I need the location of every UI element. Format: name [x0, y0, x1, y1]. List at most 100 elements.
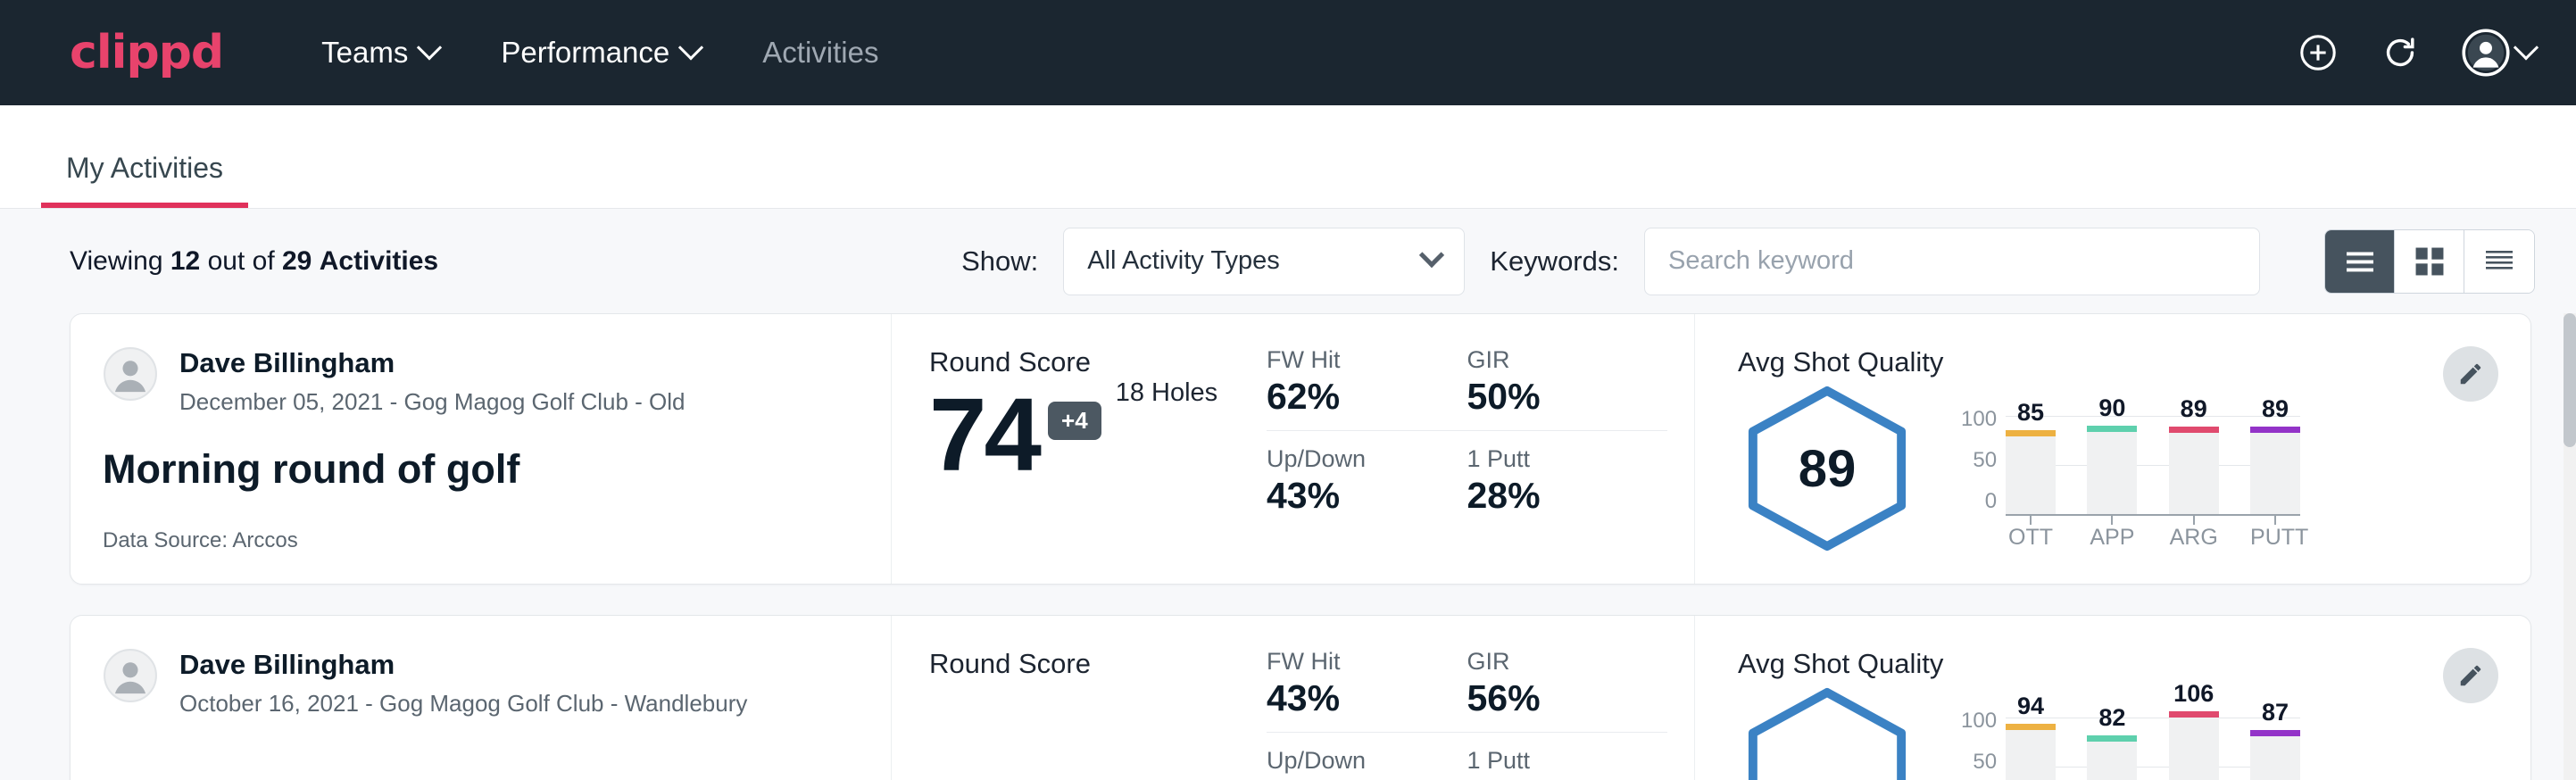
person-name: Dave Billingham	[179, 346, 686, 381]
chart-tick	[2087, 515, 2137, 525]
stat-label: Up/Down	[1267, 445, 1432, 473]
chart-tick	[2006, 515, 2056, 525]
bar-rect	[2006, 724, 2056, 780]
tab-my-activities[interactable]: My Activities	[41, 152, 248, 208]
y-tick: 100	[1961, 709, 1997, 734]
chart-tick	[2169, 515, 2219, 525]
compact-list-icon	[2483, 247, 2515, 276]
person-meta: Dave Billingham December 05, 2021 - Gog …	[179, 346, 686, 416]
nav-actions	[2298, 29, 2535, 77]
chevron-down-icon	[1419, 242, 1444, 267]
chart-bar-putt: 89	[2250, 395, 2300, 514]
bar-rect	[2250, 427, 2300, 514]
stat-value: 56%	[1467, 677, 1633, 719]
viewing-total: 29	[282, 246, 312, 276]
score-badge: +4	[1048, 402, 1101, 440]
bar-value-label: 106	[2173, 680, 2214, 708]
y-tick: 50	[1961, 448, 1997, 473]
chart-bars: 85 90 89 89	[2006, 384, 2300, 514]
bar-rect	[2087, 426, 2137, 514]
stat-fw-hit: FW Hit 43%	[1267, 648, 1467, 733]
list-view-button[interactable]	[2325, 230, 2395, 293]
avg-shot-quality-block: Avg Shot Quality 89 100 50 0	[1695, 314, 2530, 584]
chevron-down-icon	[678, 35, 703, 60]
chart-y-axis: 100 50 0	[1961, 407, 2006, 514]
round-score-value: 74	[929, 378, 1039, 493]
stat-value: 43%	[1267, 677, 1432, 719]
chart-bar-app: 90	[2087, 394, 2137, 514]
avg-shot-quality-label: Avg Shot Quality	[1738, 648, 2495, 680]
avatar	[103, 648, 158, 708]
plus-circle-icon[interactable]	[2298, 32, 2339, 73]
chevron-down-icon	[417, 35, 442, 60]
nav-item-label: Activities	[762, 36, 878, 70]
bar-value-label: 85	[2017, 399, 2044, 427]
scrollbar-thumb[interactable]	[2564, 313, 2576, 447]
bar-value-label: 82	[2098, 704, 2125, 732]
page-scrollbar[interactable]	[2564, 313, 2576, 780]
edit-activity-button[interactable]	[2443, 648, 2498, 703]
stat-one-putt: 1 Putt	[1467, 747, 1668, 776]
stat-label: GIR	[1467, 648, 1633, 676]
refresh-icon[interactable]	[2380, 32, 2421, 73]
nav-item-label: Performance	[501, 36, 669, 70]
bar-rect	[2169, 427, 2219, 514]
round-score-value-row: 74 +4 18 Holes	[929, 378, 1258, 493]
edit-activity-button[interactable]	[2443, 346, 2498, 402]
viewing-suffix: Activities	[320, 246, 438, 276]
avg-shot-quality-value	[1738, 685, 1916, 780]
grid-view-button[interactable]	[2395, 230, 2464, 293]
account-circle-icon[interactable]	[2462, 29, 2535, 77]
bar-value-label: 94	[2017, 693, 2044, 720]
viewing-prefix: Viewing	[70, 246, 163, 276]
nav-item-label: Teams	[321, 36, 408, 70]
chart-plot-area: 948210687 OTTAPPARGPUTT	[2006, 685, 2300, 780]
viewing-middle: out of	[208, 246, 275, 276]
bar-rect	[2006, 430, 2056, 514]
chart-ticks	[2006, 515, 2300, 525]
data-source: Data Source: Arccos	[103, 528, 855, 553]
list-icon	[2344, 249, 2376, 274]
activity-card[interactable]: Dave Billingham October 16, 2021 - Gog M…	[70, 615, 2531, 780]
bar-value-label: 89	[2181, 395, 2207, 423]
nav-item-performance[interactable]: Performance	[501, 36, 700, 70]
compact-view-button[interactable]	[2464, 230, 2534, 293]
round-score-block: Round Score	[892, 616, 1267, 780]
bar-value-label: 90	[2098, 394, 2125, 422]
activity-type-select[interactable]: All Activity Types	[1063, 228, 1465, 295]
view-toggle-group	[2324, 229, 2535, 294]
search-input[interactable]	[1668, 246, 2236, 276]
keywords-label: Keywords:	[1490, 245, 1619, 278]
stat-value: 50%	[1467, 376, 1633, 418]
chart-x-label: PUTT	[2250, 525, 2300, 551]
y-tick: 100	[1961, 407, 1997, 432]
stats-grid: FW Hit 62% GIR 50% Up/Down 43% 1 Putt 28…	[1267, 314, 1695, 584]
nav-item-activities[interactable]: Activities	[762, 36, 878, 70]
stat-up-down: Up/Down	[1267, 747, 1467, 776]
activity-subtitle: October 16, 2021 - Gog Magog Golf Club -…	[179, 690, 747, 718]
bar-value-label: 87	[2262, 699, 2289, 726]
activity-type-value: All Activity Types	[1087, 246, 1279, 276]
shot-quality-chart: 100 50 0 948210687 OTTAPPARGPUTT	[1961, 685, 2300, 780]
avg-shot-quality-label: Avg Shot Quality	[1738, 346, 2495, 378]
round-score-label: Round Score	[929, 346, 1258, 378]
nav-item-teams[interactable]: Teams	[321, 36, 438, 70]
tab-label: My Activities	[66, 152, 223, 184]
chart-bar-arg: 106	[2169, 680, 2219, 780]
avg-shot-quality-value: 89	[1738, 384, 1916, 553]
search-box[interactable]	[1644, 228, 2260, 295]
activity-card[interactable]: Dave Billingham December 05, 2021 - Gog …	[70, 313, 2531, 585]
chart-x-labels: OTTAPPARGPUTT	[2006, 525, 2300, 551]
brand-logo[interactable]: clippd	[70, 26, 223, 79]
round-score-block: Round Score 74 +4 18 Holes	[892, 314, 1267, 584]
activity-summary: Dave Billingham October 16, 2021 - Gog M…	[71, 616, 892, 780]
stat-label: GIR	[1467, 346, 1633, 374]
filter-bar: Viewing 12 out of 29 Activities Show: Al…	[0, 209, 2576, 313]
chevron-down-icon	[2514, 35, 2539, 60]
avg-shot-quality-body: 100 50 0 948210687 OTTAPPARGPUTT	[1738, 685, 2495, 780]
activity-summary: Dave Billingham December 05, 2021 - Gog …	[71, 314, 892, 584]
viewing-count: 12	[170, 246, 200, 276]
activity-list: Dave Billingham December 05, 2021 - Gog …	[0, 313, 2576, 780]
chart-bar-putt: 87	[2250, 699, 2300, 780]
bar-rect	[2169, 711, 2219, 780]
